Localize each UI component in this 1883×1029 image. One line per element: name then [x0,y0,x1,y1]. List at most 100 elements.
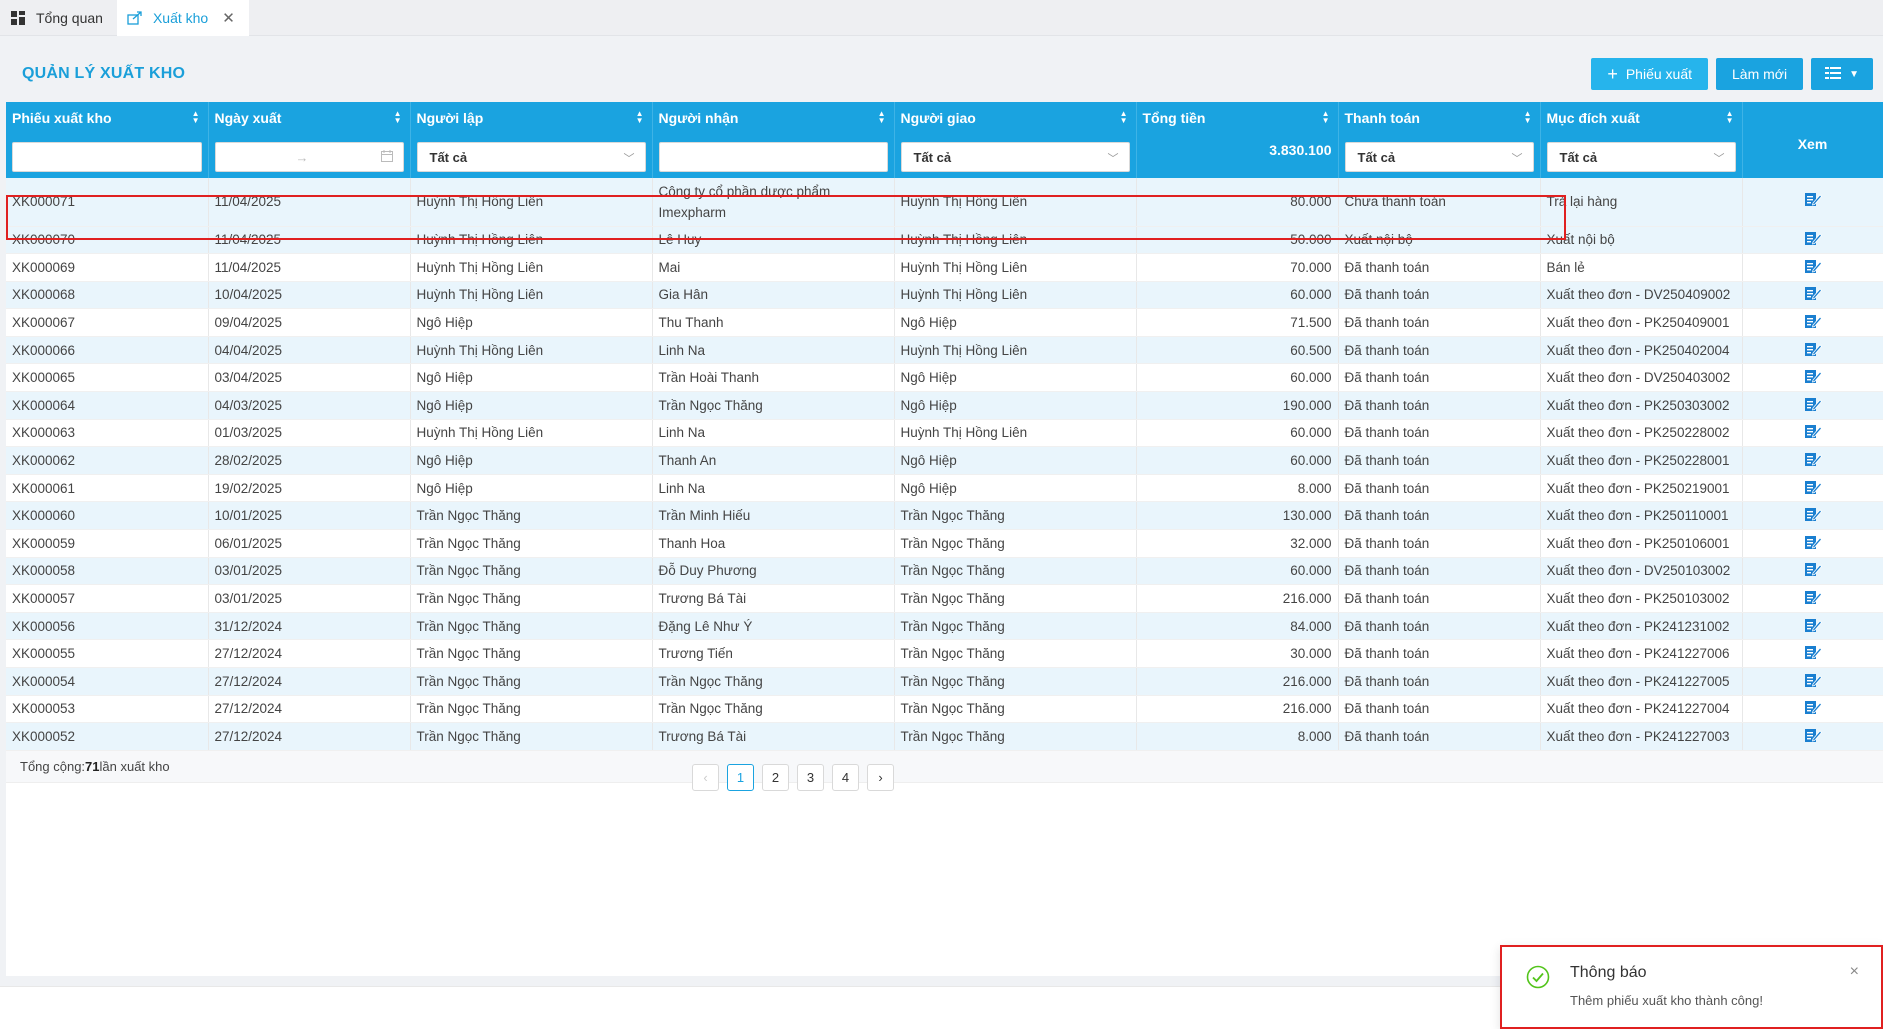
table-cell: XK000071 [6,178,209,227]
edit-icon[interactable] [1804,560,1822,578]
table-cell: Xuất theo đơn - DV250403002 [1540,363,1743,393]
table-row[interactable]: XK000067 09/04/2025 Ngô Hiệp Thu Thanh Ngô H… [6,308,1883,337]
table-row[interactable]: XK000063 01/03/2025 Huỳnh Thị Hồng Liên Lin… [6,419,1883,448]
calendar-icon[interactable] [380,149,393,165]
table-row[interactable]: XK000057 03/01/2025 Trần Ngọc Thăng Trương … [6,584,1883,613]
prev-page-button[interactable]: ‹ [692,764,719,791]
table-row[interactable]: XK000070 11/04/2025 Huỳnh Thị Hồng Liên Lê … [6,226,1883,255]
col-label: Người lập [416,110,484,126]
tab-tong-quan[interactable]: Tổng quan [0,0,117,36]
edit-icon[interactable] [1804,312,1822,330]
sort-icon[interactable]: ▲ ▼ [878,110,886,125]
table-cell: 190.000 [1136,391,1339,420]
edit-icon[interactable] [1804,284,1822,302]
filter-cell: Tất cả ﹀ [1540,138,1743,178]
table-cell: Huỳnh Thị Hồng Liên [410,281,653,310]
edit-icon[interactable] [1804,616,1822,634]
edit-icon[interactable] [1804,422,1822,440]
panel-header: QUẢN LÝ XUẤT KHO + Phiếu xuất Làm mới ▼ [6,46,1883,102]
export-panel: QUẢN LÝ XUẤT KHO + Phiếu xuất Làm mới ▼ … [6,46,1883,976]
table-row[interactable]: XK000068 10/04/2025 Huỳnh Thị Hồng Liên Gia… [6,281,1883,310]
purpose-select[interactable]: Tất cả ﹀ [1546,142,1736,172]
page-1-button[interactable]: 1 [727,764,754,791]
export-code-filter[interactable] [12,142,202,172]
table-cell: Thanh An [652,446,895,475]
edit-icon[interactable] [1804,533,1822,551]
col-header[interactable]: Người nhận ▲ ▼ [652,102,895,138]
filter-cell: Tất cả ﹀ [410,138,653,178]
payment-select[interactable]: Tất cả ﹀ [1344,142,1534,172]
col-header[interactable]: Tổng tiền ▲ ▼ [1136,102,1339,138]
col-label: Tổng tiền [1142,110,1206,126]
sort-icon[interactable]: ▲ ▼ [1524,110,1532,125]
sort-icon[interactable]: ▲ ▼ [636,110,644,125]
page-2-button[interactable]: 2 [762,764,789,791]
toast-title: Thông báo [1570,964,1647,981]
tab-xuat-kho[interactable]: Xuất kho ✕ [116,0,249,36]
close-icon[interactable]: × [1850,963,1859,981]
col-header[interactable]: Phiếu xuất kho ▲ ▼ [6,102,209,138]
table-row[interactable]: XK000069 11/04/2025 Huỳnh Thị Hồng Liên Mai… [6,253,1883,282]
col-header[interactable]: Người lập ▲ ▼ [410,102,653,138]
edit-icon[interactable] [1804,505,1822,523]
edit-icon[interactable] [1804,698,1822,716]
table-row[interactable]: XK000053 27/12/2024 Trần Ngọc Thăng Trần Ng… [6,695,1883,724]
date-range-filter[interactable]: → [214,142,404,172]
edit-icon[interactable] [1804,257,1822,275]
refresh-button[interactable]: Làm mới [1716,58,1804,90]
edit-icon[interactable] [1804,671,1822,689]
col-header[interactable]: Mục đích xuất ▲ ▼ [1540,102,1743,138]
deliverer-select-value: Tất cả [913,149,952,165]
sort-icon[interactable]: ▲ ▼ [1120,110,1128,125]
table-row[interactable]: XK000071 11/04/2025 Huỳnh Thị Hồng Liên Côn… [6,178,1883,227]
export-icon [127,10,143,26]
table-row[interactable]: XK000066 04/04/2025 Huỳnh Thị Hồng Liên Lin… [6,336,1883,365]
close-icon[interactable]: ✕ [222,9,235,27]
col-header[interactable]: Ngày xuất ▲ ▼ [208,102,411,138]
view-cell [1742,529,1883,558]
table-row[interactable]: XK000058 03/01/2025 Trần Ngọc Thăng Đỗ Duy … [6,557,1883,586]
edit-icon[interactable] [1804,450,1822,468]
edit-icon[interactable] [1804,395,1822,413]
table-row[interactable]: XK000056 31/12/2024 Trần Ngọc Thăng Đặng Lê… [6,612,1883,641]
table-cell: 01/03/2025 [208,419,411,448]
edit-icon[interactable] [1804,340,1822,358]
page-4-button[interactable]: 4 [832,764,859,791]
table-row[interactable]: XK000055 27/12/2024 Trần Ngọc Thăng Trương … [6,639,1883,668]
page-3-button[interactable]: 3 [797,764,824,791]
sort-icon[interactable]: ▲ ▼ [1322,110,1330,125]
table-cell: 11/04/2025 [208,178,411,227]
col-header[interactable]: Thanh toán ▲ ▼ [1338,102,1541,138]
table-row[interactable]: XK000064 04/03/2025 Ngô Hiệp Trần Ngọc Thăn… [6,391,1883,420]
col-header[interactable]: Người giao ▲ ▼ [894,102,1137,138]
edit-icon[interactable] [1804,643,1822,661]
table-row[interactable]: XK000060 10/01/2025 Trần Ngọc Thăng Trần Mi… [6,501,1883,531]
sort-icon[interactable]: ▲ ▼ [394,110,402,125]
table-row[interactable]: XK000059 06/01/2025 Trần Ngọc Thăng Thanh H… [6,529,1883,558]
table-row[interactable]: XK000052 27/12/2024 Trần Ngọc Thăng Trương … [6,722,1883,751]
edit-icon[interactable] [1804,588,1822,606]
column-settings-button[interactable]: ▼ [1811,58,1873,90]
edit-icon[interactable] [1804,478,1822,496]
creator-select[interactable]: Tất cả ﹀ [416,142,646,172]
receiver-filter[interactable] [658,142,888,172]
sort-icon[interactable]: ▲ ▼ [192,110,200,125]
plus-icon: + [1607,64,1618,84]
table-cell: Huỳnh Thị Hồng Liên [894,226,1137,255]
table-cell: 60.000 [1136,281,1339,310]
table-row[interactable]: XK000054 27/12/2024 Trần Ngọc Thăng Trần Ng… [6,667,1883,696]
table-cell: Trần Ngọc Thăng [410,639,653,668]
table-row[interactable]: XK000062 28/02/2025 Ngô Hiệp Thanh An Ngô Hi… [6,446,1883,475]
deliverer-select[interactable]: Tất cả ﹀ [900,142,1130,172]
next-page-button[interactable]: › [867,764,894,791]
table-cell: Ngô Hiệp [894,391,1137,420]
edit-icon[interactable] [1804,367,1822,385]
edit-icon[interactable] [1804,229,1822,247]
table-row[interactable]: XK000061 19/02/2025 Ngô Hiệp Linh Na Ngô Hiệ… [6,474,1883,503]
table-row[interactable]: XK000065 03/04/2025 Ngô Hiệp Trần Hoài Than… [6,363,1883,393]
table-cell: Trần Ngọc Thăng [410,667,653,696]
edit-icon[interactable] [1804,726,1822,744]
sort-icon[interactable]: ▲ ▼ [1726,110,1734,125]
add-export-button[interactable]: + Phiếu xuất [1591,58,1709,90]
edit-icon[interactable] [1804,190,1822,208]
